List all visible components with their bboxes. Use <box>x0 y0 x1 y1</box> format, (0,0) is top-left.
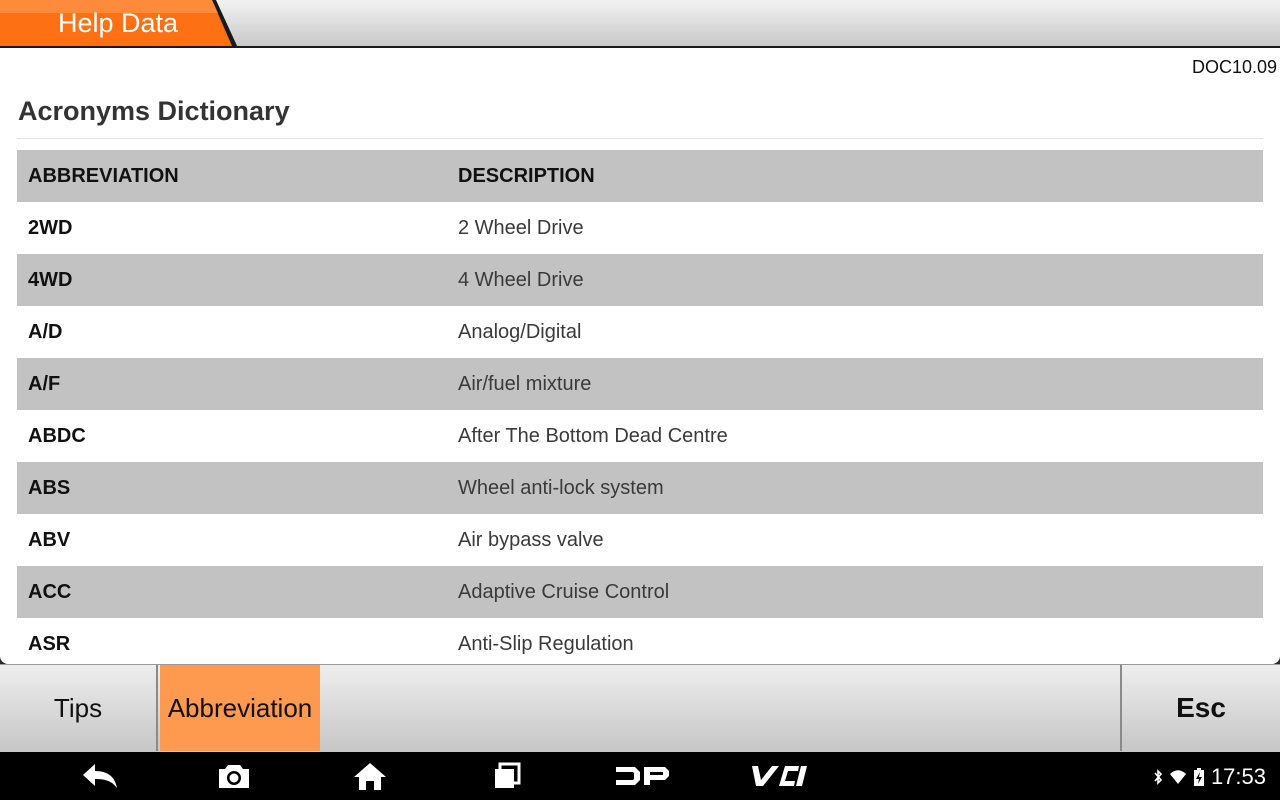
abbreviation-cell: 4WD <box>28 268 73 291</box>
content-panel: DOC10.09 Acronyms Dictionary ABBREVIATIO… <box>0 48 1280 664</box>
abbreviation-cell: A/D <box>28 320 63 343</box>
tips-button[interactable]: Tips <box>0 665 158 751</box>
description-cell: After The Bottom Dead Centre <box>458 424 728 447</box>
camera-icon[interactable] <box>215 760 253 792</box>
title-bar: Help Data <box>0 0 1280 48</box>
recent-apps-icon[interactable] <box>490 760 524 792</box>
bottom-toolbar: Tips Abbreviation Esc <box>0 664 1280 752</box>
description-cell: Adaptive Cruise Control <box>458 580 670 603</box>
table-row[interactable]: ASR Anti-Slip Regulation <box>17 618 1263 664</box>
document-id: DOC10.09 <box>1191 57 1277 77</box>
dp-logo-icon[interactable] <box>612 760 672 792</box>
description-cell: Air bypass valve <box>458 528 604 551</box>
table-row[interactable]: A/F Air/fuel mixture <box>17 358 1263 410</box>
description-cell: 4 Wheel Drive <box>458 268 584 291</box>
abbreviation-cell: ABDC <box>28 424 86 447</box>
description-cell: Wheel anti-lock system <box>458 476 664 499</box>
abbreviation-cell: ACC <box>28 580 72 603</box>
description-cell: 2 Wheel Drive <box>458 216 584 239</box>
esc-button[interactable]: Esc <box>1120 665 1280 751</box>
home-icon[interactable] <box>350 760 390 792</box>
table-header-row: ABBREVIATION DESCRIPTION <box>17 150 1263 202</box>
table-row[interactable]: ABDC After The Bottom Dead Centre <box>17 410 1263 462</box>
back-icon[interactable] <box>80 760 120 792</box>
table-row[interactable]: A/D Analog/Digital <box>17 306 1263 358</box>
title-tab: Help Data <box>0 0 238 48</box>
abbreviation-cell: A/F <box>28 372 61 395</box>
description-cell: Anti-Slip Regulation <box>458 632 634 655</box>
column-header-abbreviation: ABBREVIATION <box>28 164 179 187</box>
wifi-icon <box>1169 770 1186 784</box>
clock: 17:53 <box>1210 764 1266 789</box>
page-title: Acronyms Dictionary <box>18 96 290 126</box>
table-row[interactable]: ABV Air bypass valve <box>17 514 1263 566</box>
system-nav-bar: 17:53 <box>0 752 1280 800</box>
bluetooth-icon <box>1154 769 1163 785</box>
column-header-description: DESCRIPTION <box>458 164 595 187</box>
abbreviation-cell: 2WD <box>28 216 73 239</box>
title-divider <box>17 138 1263 139</box>
abbreviation-button[interactable]: Abbreviation <box>160 665 320 751</box>
abbreviation-cell: ASR <box>28 632 71 655</box>
table-row[interactable]: ABS Wheel anti-lock system <box>17 462 1263 514</box>
battery-icon <box>1193 768 1204 786</box>
table-row[interactable]: ACC Adaptive Cruise Control <box>17 566 1263 618</box>
abbreviation-cell: ABV <box>28 528 71 551</box>
page-header-title: Help Data <box>58 8 179 38</box>
table-row[interactable]: 2WD 2 Wheel Drive <box>17 202 1263 254</box>
vci-logo-icon[interactable] <box>745 760 811 792</box>
status-area: 17:53 <box>1153 764 1266 790</box>
description-cell: Analog/Digital <box>458 320 582 343</box>
abbreviation-cell: ABS <box>28 476 71 499</box>
acronyms-table: ABBREVIATION DESCRIPTION 2WD 2 Wheel Dri… <box>17 150 1263 664</box>
table-row[interactable]: 4WD 4 Wheel Drive <box>17 254 1263 306</box>
description-cell: Air/fuel mixture <box>458 372 592 395</box>
